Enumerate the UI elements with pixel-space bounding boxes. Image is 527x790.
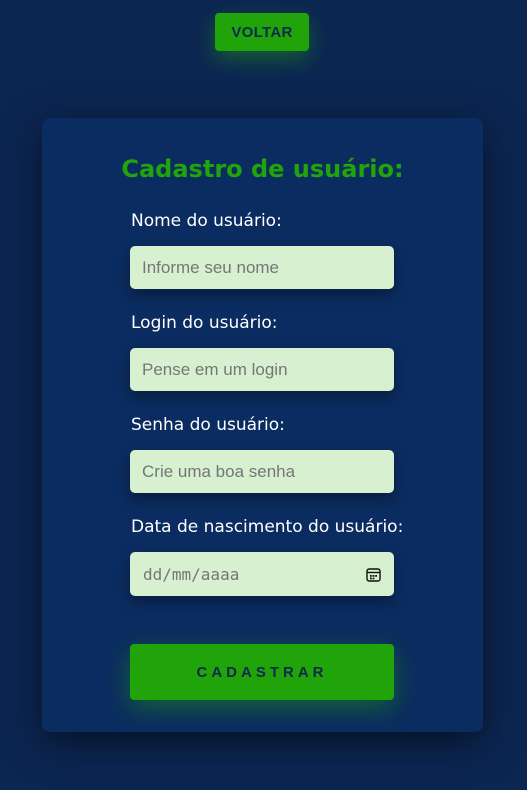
calendar-icon[interactable] (365, 566, 381, 582)
submit-button[interactable]: CADASTRAR (130, 644, 394, 700)
registration-card: Cadastro de usuário: Nome do usuário: Lo… (42, 118, 483, 732)
password-input[interactable] (130, 450, 394, 493)
login-label: Login do usuário: (131, 313, 278, 333)
password-label: Senha do usuário: (131, 415, 285, 435)
name-input[interactable] (130, 246, 394, 289)
name-label: Nome do usuário: (131, 211, 282, 231)
form-title: Cadastro de usuário: (121, 155, 404, 183)
back-button[interactable]: VOLTAR (215, 13, 309, 51)
birthdate-placeholder: dd/mm/aaaa (143, 564, 240, 584)
login-input[interactable] (130, 348, 394, 391)
birthdate-input[interactable]: dd/mm/aaaa (130, 552, 394, 596)
birthdate-label: Data de nascimento do usuário: (131, 517, 404, 537)
